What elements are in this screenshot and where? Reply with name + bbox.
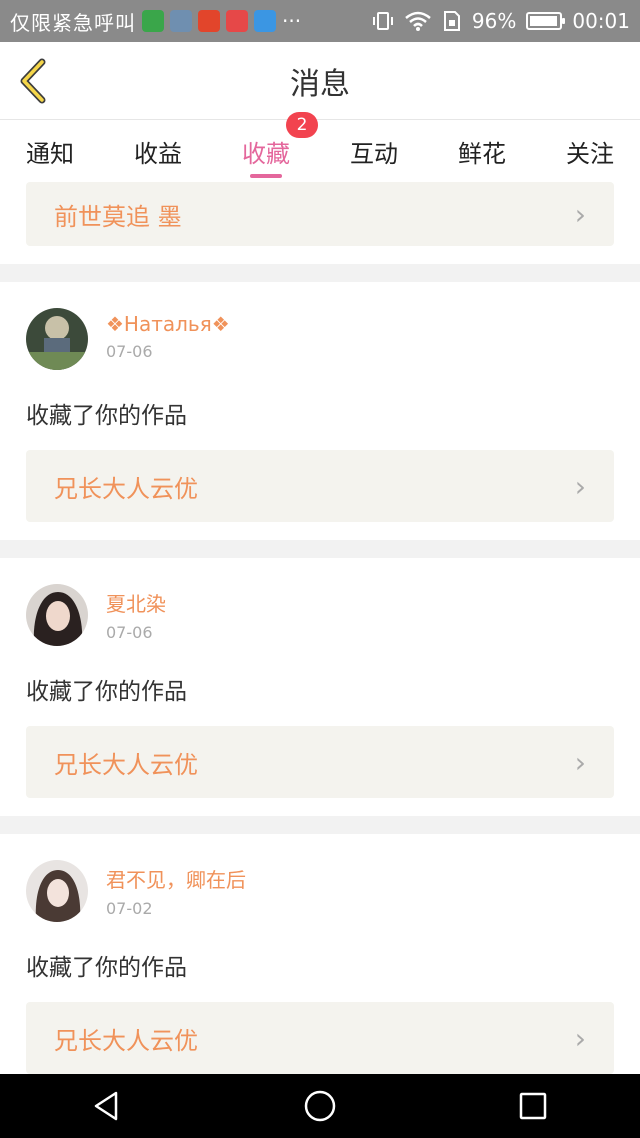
chevron-right-icon: ›: [574, 197, 586, 231]
action-text: 收藏了你的作品: [26, 403, 187, 429]
tab-flowers[interactable]: 鲜花: [458, 120, 506, 182]
divider: [0, 816, 640, 834]
message-list[interactable]: 前世莫追 墨 › ❖Наталья❖ 07-06 收藏了你的作品 兄长大人云优 …: [0, 182, 640, 1074]
listen-app-icon: [198, 10, 220, 32]
list-item: 夏北染 07-06 收藏了你的作品 兄长大人云优 ›: [0, 558, 640, 816]
battery-icon: [526, 12, 566, 30]
video-app-icon: [226, 10, 248, 32]
back-triangle-icon: [94, 1091, 117, 1121]
back-chevron-icon[interactable]: [14, 58, 54, 104]
tab-label: 通知: [26, 140, 74, 168]
active-tab-indicator: [250, 174, 282, 178]
page-title: 消息: [290, 66, 350, 102]
home-circle-icon: [304, 1090, 336, 1122]
user-row: 夏北染 07-06: [26, 558, 614, 646]
clock: 00:01: [572, 9, 630, 33]
tab-bar: 通知 收益 收藏 2 互动 鲜花 关注: [0, 112, 640, 182]
nav-recents-button[interactable]: [503, 1082, 563, 1130]
system-nav-bar: [0, 1074, 640, 1138]
tab-label: 收益: [134, 140, 182, 168]
work-link[interactable]: 前世莫追 墨 ›: [26, 182, 614, 246]
list-item: 前世莫追 墨 ›: [0, 182, 640, 264]
battery-level-fill: [530, 16, 558, 26]
work-link[interactable]: 兄长大人云优 ›: [26, 450, 614, 522]
wifi-icon: [405, 11, 431, 31]
unread-badge: 2: [286, 112, 318, 138]
timestamp: 07-06: [106, 342, 153, 361]
divider: [0, 540, 640, 558]
tab-label: 鲜花: [458, 140, 506, 168]
gallery-notification-icon: [170, 10, 192, 32]
action-text: 收藏了你的作品: [26, 679, 187, 705]
timestamp: 07-06: [106, 623, 153, 642]
sim-icon: [443, 11, 460, 31]
chevron-right-icon: ›: [574, 1021, 586, 1055]
nav-back-button[interactable]: [77, 1082, 137, 1130]
work-title: 兄长大人云优: [54, 750, 198, 779]
tab-notifications[interactable]: 通知: [26, 120, 74, 182]
battery-percent: 96%: [471, 9, 517, 33]
action-text: 收藏了你的作品: [26, 955, 187, 981]
list-item: 君不见，卿在后 07-02 收藏了你的作品 兄长大人云优 ›: [0, 834, 640, 1074]
work-link[interactable]: 兄长大人云优 ›: [26, 1002, 614, 1074]
tab-label: 收藏: [242, 140, 290, 168]
work-link[interactable]: 兄长大人云优 ›: [26, 726, 614, 798]
timestamp: 07-02: [106, 899, 153, 918]
more-notifications-icon: ···: [282, 9, 302, 33]
tab-interactions[interactable]: 互动: [350, 120, 398, 182]
status-bar: 仅限紧急呼叫 ··· 96% 00:01: [0, 0, 640, 42]
tab-follows[interactable]: 关注: [566, 120, 614, 182]
user-name[interactable]: 夏北染: [106, 588, 166, 617]
work-title: 前世莫追 墨: [54, 202, 182, 231]
chevron-right-icon: ›: [574, 745, 586, 779]
user-name[interactable]: 君不见，卿在后: [106, 864, 246, 893]
avatar[interactable]: [26, 860, 88, 922]
tab-label: 关注: [566, 140, 614, 168]
divider: [0, 264, 640, 282]
user-row: 君不见，卿在后 07-02: [26, 834, 614, 922]
chevron-right-icon: ›: [574, 469, 586, 503]
avatar[interactable]: [26, 308, 88, 370]
app-notification-icon: [142, 10, 164, 32]
media-app-icon: [254, 10, 276, 32]
tab-favorites[interactable]: 收藏 2: [242, 112, 318, 182]
user-row: ❖Наталья❖ 07-06: [26, 282, 614, 370]
header-bar: 消息: [0, 42, 640, 120]
list-item: ❖Наталья❖ 07-06 收藏了你的作品 兄长大人云优 ›: [0, 282, 640, 540]
tab-earnings[interactable]: 收益: [134, 120, 182, 182]
user-name[interactable]: ❖Наталья❖: [106, 312, 230, 336]
recents-square-icon: [520, 1092, 547, 1120]
vibrate-icon: [372, 12, 393, 30]
carrier-text: 仅限紧急呼叫: [10, 10, 136, 35]
work-title: 兄长大人云优: [54, 474, 198, 503]
avatar[interactable]: [26, 584, 88, 646]
nav-home-button[interactable]: [290, 1082, 350, 1130]
tab-label: 互动: [350, 140, 398, 168]
work-title: 兄长大人云优: [54, 1026, 198, 1055]
